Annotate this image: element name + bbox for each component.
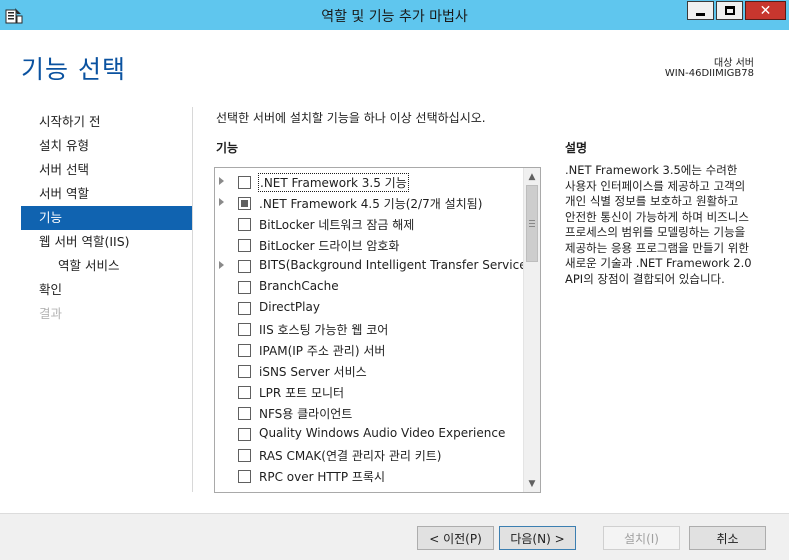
features-heading: 기능 <box>216 141 239 155</box>
nav-item-confirmation[interactable]: 확인 <box>21 278 192 302</box>
target-server-name: WIN-46DIIMIGB78 <box>664 68 754 79</box>
feature-label: .NET Framework 4.5 기능(2/7개 설치됨) <box>259 197 483 211</box>
cancel-button[interactable]: 취소 <box>689 526 766 550</box>
chevron-right-icon <box>219 261 224 269</box>
nav-item-role-services[interactable]: 역할 서비스 <box>21 254 192 278</box>
feature-checkbox[interactable] <box>238 176 251 189</box>
feature-row[interactable]: IPAM(IP 주소 관리) 서버 <box>215 339 525 360</box>
chevron-down-icon: ▼ <box>528 478 536 489</box>
chevron-right-icon <box>219 198 224 206</box>
nav-item-web-server-role[interactable]: 웹 서버 역할(IIS) <box>21 230 192 254</box>
feature-row[interactable]: BITS(Background Intelligent Transfer Ser… <box>215 255 531 276</box>
feature-row[interactable]: IIS 호스팅 가능한 웹 코어 <box>215 318 525 339</box>
feature-row[interactable]: .NET Framework 3.5 기능 <box>215 171 525 192</box>
nav-item-results: 결과 <box>39 306 63 321</box>
feature-checkbox[interactable] <box>238 218 251 231</box>
description-heading: 설명 <box>565 141 588 155</box>
nav-item-server-roles[interactable]: 서버 역할 <box>21 182 192 206</box>
feature-label: LPR 포트 모니터 <box>259 386 345 400</box>
nav-item-server-selection[interactable]: 서버 선택 <box>21 158 192 182</box>
feature-label: BitLocker 네트워크 잠금 해제 <box>259 218 415 232</box>
feature-checkbox[interactable] <box>238 260 251 273</box>
title-bar[interactable]: 역할 및 기능 추가 마법사 ✕ <box>0 0 789 30</box>
minimize-button[interactable] <box>687 1 714 20</box>
maximize-icon <box>724 6 735 15</box>
page-title: 기능 선택 <box>21 55 126 84</box>
maximize-button[interactable] <box>716 1 743 20</box>
feature-label: BITS(Background Intelligent Transfer Ser… <box>259 258 532 272</box>
expand-toggle[interactable] <box>215 192 231 213</box>
chevron-up-icon: ▲ <box>528 171 536 182</box>
feature-label: BranchCache <box>259 279 339 293</box>
scroll-down-button[interactable]: ▼ <box>524 475 540 492</box>
features-list[interactable]: .NET Framework 3.5 기능 .NET Framework 4.5 … <box>214 167 541 493</box>
chevron-right-icon <box>219 177 224 185</box>
feature-label: IPAM(IP 주소 관리) 서버 <box>259 344 386 358</box>
scroll-up-button[interactable]: ▲ <box>524 168 540 185</box>
feature-row[interactable]: iSNS Server 서비스 <box>215 360 525 381</box>
feature-checkbox[interactable] <box>238 197 251 210</box>
feature-row[interactable]: Quality Windows Audio Video Experience <box>215 423 525 444</box>
button-bar: < 이전(P) 다음(N) > 설치(I) 취소 <box>0 513 789 560</box>
feature-label: DirectPlay <box>259 300 320 314</box>
feature-checkbox[interactable] <box>238 323 251 336</box>
target-server-label: 대상 서버 <box>714 58 754 69</box>
nav-item-installation-type[interactable]: 설치 유형 <box>21 134 192 158</box>
wizard-nav: 시작하기 전 설치 유형 서버 선택 서버 역할 기능 웹 서버 역할(IIS)… <box>21 110 192 326</box>
feature-label: BitLocker 드라이브 암호화 <box>259 239 400 253</box>
feature-row[interactable]: RPC over HTTP 프록시 <box>215 465 525 486</box>
scroll-thumb[interactable] <box>526 185 538 262</box>
feature-row[interactable]: RAS CMAK(연결 관리자 관리 키트) <box>215 444 525 465</box>
feature-label: IIS 호스팅 가능한 웹 코어 <box>259 323 389 337</box>
expand-toggle[interactable] <box>215 255 231 276</box>
feature-label: RAS CMAK(연결 관리자 관리 키트) <box>259 449 442 463</box>
close-icon: ✕ <box>759 2 772 19</box>
feature-row[interactable]: NFS용 클라이언트 <box>215 402 525 423</box>
window-title: 역할 및 기능 추가 마법사 <box>321 9 468 25</box>
feature-checkbox[interactable] <box>238 344 251 357</box>
nav-item-before-you-begin[interactable]: 시작하기 전 <box>21 110 192 134</box>
feature-checkbox[interactable] <box>238 365 251 378</box>
previous-button[interactable]: < 이전(P) <box>417 526 494 550</box>
next-button[interactable]: 다음(N) > <box>499 526 576 550</box>
feature-label: NFS용 클라이언트 <box>259 407 353 421</box>
description-text: .NET Framework 3.5에는 수려한 사용자 인터페이스를 제공하고… <box>565 163 752 286</box>
feature-label: RPC over HTTP 프록시 <box>259 470 385 484</box>
feature-row[interactable]: LPR 포트 모니터 <box>215 381 525 402</box>
feature-label: Quality Windows Audio Video Experience <box>259 426 506 440</box>
feature-label: .NET Framework 3.5 기능 <box>258 173 409 192</box>
feature-row[interactable]: BranchCache <box>215 276 525 297</box>
expand-toggle[interactable] <box>215 171 231 192</box>
instruction-text: 선택한 서버에 설치할 기능을 하나 이상 선택하십시오. <box>216 111 486 125</box>
nav-item-features[interactable]: 기능 <box>21 206 192 230</box>
feature-checkbox[interactable] <box>238 239 251 252</box>
install-button: 설치(I) <box>603 526 680 550</box>
feature-checkbox[interactable] <box>238 470 251 483</box>
feature-row[interactable]: BitLocker 네트워크 잠금 해제 <box>215 213 525 234</box>
close-button[interactable]: ✕ <box>745 1 786 20</box>
grip-icon <box>529 220 535 227</box>
feature-checkbox[interactable] <box>238 386 251 399</box>
feature-checkbox[interactable] <box>238 281 251 294</box>
feature-row[interactable]: BitLocker 드라이브 암호화 <box>215 234 525 255</box>
nav-divider <box>192 107 193 492</box>
vertical-scrollbar[interactable]: ▲ ▼ <box>523 168 540 492</box>
feature-row[interactable]: .NET Framework 4.5 기능(2/7개 설치됨) <box>215 192 525 213</box>
feature-label: iSNS Server 서비스 <box>259 365 367 379</box>
feature-checkbox[interactable] <box>238 302 251 315</box>
minimize-icon <box>696 12 705 16</box>
feature-checkbox[interactable] <box>238 428 251 441</box>
feature-checkbox[interactable] <box>238 449 251 462</box>
feature-checkbox[interactable] <box>238 407 251 420</box>
feature-row[interactable]: DirectPlay <box>215 297 525 318</box>
